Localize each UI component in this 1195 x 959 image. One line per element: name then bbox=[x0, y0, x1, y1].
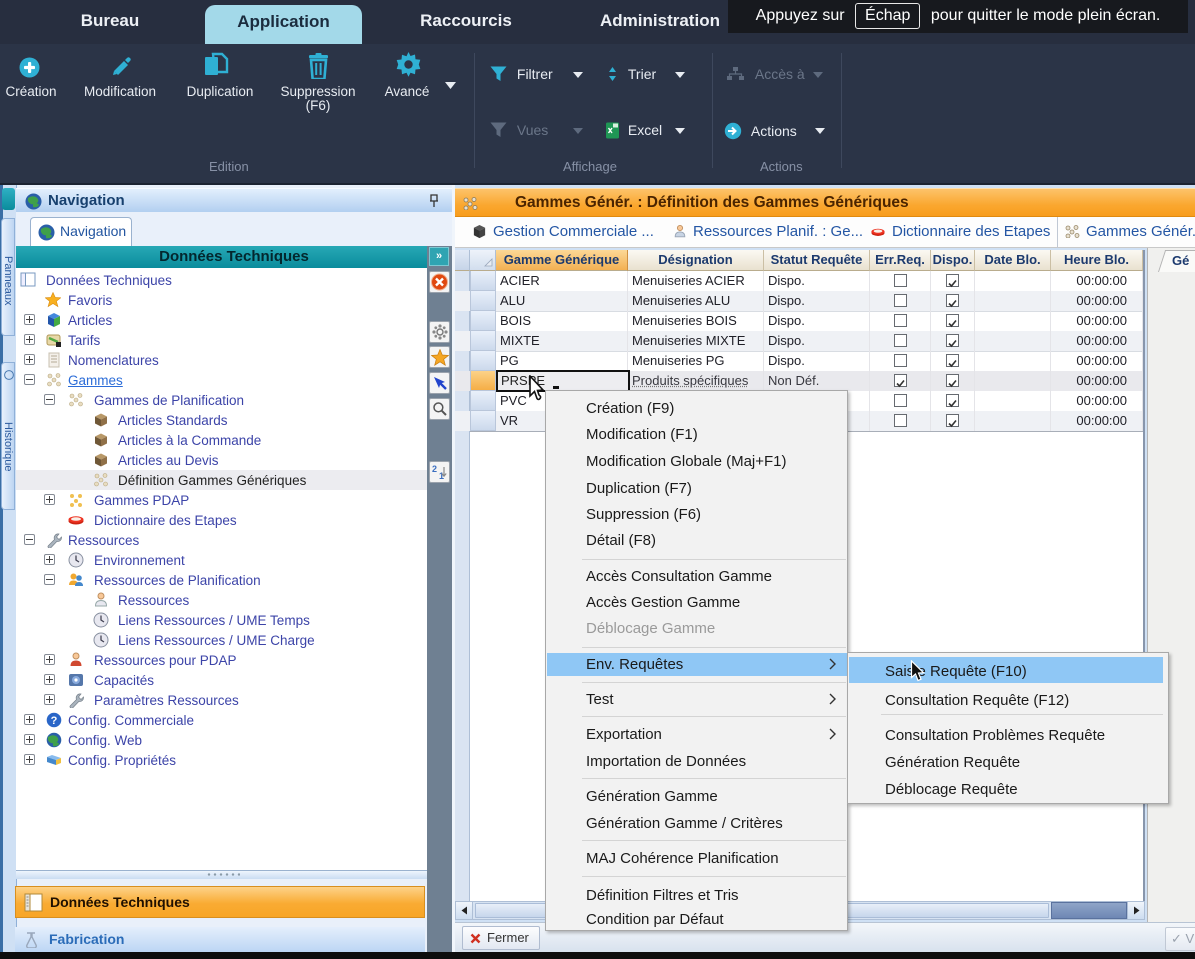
svg-text:2: 2 bbox=[432, 464, 437, 474]
svg-text:?: ? bbox=[51, 715, 58, 727]
